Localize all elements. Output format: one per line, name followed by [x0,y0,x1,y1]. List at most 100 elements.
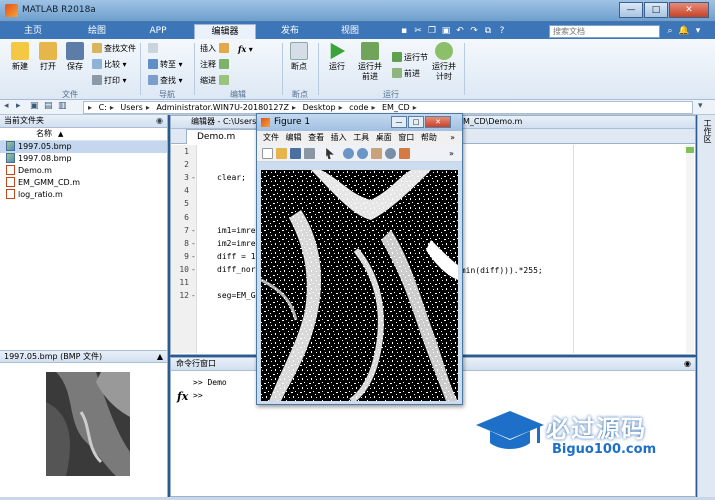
close-button[interactable]: ✕ [669,2,709,18]
breakpoint-marker[interactable]: - [191,226,196,235]
folder-icon[interactable]: ▤ [44,101,53,111]
file-item[interactable]: log_ratio.m [0,189,167,201]
file-item[interactable]: 1997.05.bmp [0,141,167,153]
run-and-advance-button[interactable]: 运行并 前进 [352,42,388,82]
indent-button[interactable]: 缩进 [200,75,231,87]
breakpoint-marker[interactable]: - [191,252,196,261]
panel-menu-icon[interactable]: ◉ [684,358,691,370]
tab-apps[interactable]: APP [130,24,186,39]
breadcrumb-item[interactable]: code [349,103,368,112]
run-section-button[interactable]: 运行节 [392,52,428,64]
folder-up-icon[interactable]: ▣ [30,101,39,111]
file-item[interactable]: Demo.m [0,165,167,177]
find-button[interactable]: 查找 ▾ [148,75,183,87]
figure-minimize-button[interactable]: — [391,116,407,128]
zoom-in-icon[interactable] [343,148,354,159]
minimize-button[interactable]: — [619,2,643,18]
back-arrow-icon[interactable]: ◂ [4,101,9,111]
maximize-button[interactable]: □ [644,2,668,18]
tab-plots[interactable]: 绘图 [66,24,128,39]
editor-scrollbar[interactable] [686,145,694,353]
search-documentation-input[interactable]: 搜索文档 [549,25,660,38]
workspace-strip[interactable]: 工作区 [697,115,715,497]
pan-hand-icon[interactable] [371,148,382,159]
cut-icon[interactable]: ✂ [412,25,424,37]
save-figure-icon[interactable] [290,148,301,159]
path-dropdown-icon[interactable]: ▾ [698,101,703,111]
figure-image-axes[interactable] [261,170,458,401]
print-figure-icon[interactable] [304,148,315,159]
rotate-3d-icon[interactable] [385,148,396,159]
figure-maximize-button[interactable]: □ [408,116,424,128]
save-icon[interactable]: ▪ [398,25,410,37]
menu-window[interactable]: 窗口 [398,133,414,142]
breakpoint-marker[interactable]: - [191,239,196,248]
fx-button[interactable]: fx ▾ [238,43,253,55]
breakpoint-marker[interactable]: - [191,265,196,274]
file-item[interactable]: EM_GMM_CD.m [0,177,167,189]
figure-close-button[interactable]: ✕ [425,116,451,128]
open-button[interactable]: 打开 [33,42,63,72]
menu-tools[interactable]: 工具 [353,133,369,142]
menu-help[interactable]: 帮助 [421,133,437,142]
open-file-icon[interactable] [276,148,287,159]
breadcrumb-item[interactable]: C: [99,103,107,112]
comment-button[interactable]: 注释 [200,59,231,71]
function-browser-icon[interactable]: fx [177,390,188,403]
goto-button[interactable]: 转至 ▾ [148,59,183,71]
notification-icon[interactable]: 🔔 [678,25,690,37]
tab-publish[interactable]: 发布 [262,24,318,39]
menu-file[interactable]: 文件 [263,133,279,142]
breadcrumb-item[interactable]: Users [120,103,142,112]
ribbon-collapse-icon[interactable]: ▾ [692,25,704,37]
tab-demo-m[interactable]: Demo.m [186,129,260,144]
panel-menu-icon[interactable]: ◉ [156,115,163,127]
breakpoint-marker[interactable]: - [191,173,196,182]
menu-view[interactable]: 查看 [308,133,324,142]
compare-button[interactable]: 比较 ▾ [92,59,127,71]
file-item[interactable]: 1997.08.bmp [0,153,167,165]
breakpoints-button[interactable]: 断点 [285,42,313,72]
search-icon[interactable]: ⌕ [664,25,676,37]
run-and-time-button[interactable]: 运行并 计时 [428,42,460,82]
browse-icon[interactable]: ▥ [58,101,67,111]
command-prompt[interactable]: >> [193,391,203,400]
find-files-button[interactable]: 查找文件 [92,43,136,55]
breadcrumb-item[interactable]: Desktop [303,103,336,112]
name-column-header[interactable]: 名称 ▲ [0,128,167,141]
paste-icon[interactable]: ▣ [440,25,452,37]
menu-desktop[interactable]: 桌面 [376,133,392,142]
breadcrumb-item[interactable]: EM_CD [382,103,410,112]
new-figure-icon[interactable] [262,148,273,159]
breakpoint-marker[interactable]: - [191,291,196,300]
menu-insert[interactable]: 插入 [331,133,347,142]
code-line[interactable]: seg=EM_G [217,291,256,300]
undo-icon[interactable]: ↶ [454,25,466,37]
menu-overflow-icon[interactable]: » [450,131,455,145]
tab-editor[interactable]: 编辑器 [194,24,256,39]
code-line[interactable]: clear; [217,173,246,182]
code-line[interactable]: diff = 1 [217,252,256,261]
forward-arrow-icon[interactable]: ▸ [16,101,21,111]
code-line[interactable]: im1=imre [217,226,256,235]
switch-windows-icon[interactable]: ⧉ [482,25,494,37]
code-line[interactable]: diff_nor [217,265,256,274]
insert-button[interactable]: 插入 [200,43,231,55]
new-button[interactable]: 新建 [5,42,35,72]
collapse-details-icon[interactable]: ▲ [157,351,163,363]
nav-back-button[interactable] [148,43,160,55]
help-icon[interactable]: ? [496,25,508,37]
tab-view[interactable]: 视图 [322,24,378,39]
print-button[interactable]: 打印 ▾ [92,75,127,87]
save-button[interactable]: 保存 [60,42,90,72]
data-cursor-icon[interactable] [399,148,410,159]
redo-icon[interactable]: ↷ [468,25,480,37]
advance-button[interactable]: 前进 [392,68,420,80]
menu-edit[interactable]: 编辑 [286,133,302,142]
tab-home[interactable]: 主页 [4,24,62,39]
run-button[interactable]: 运行 [322,42,352,72]
code-line[interactable]: im2=imre [217,239,256,248]
pointer-icon[interactable] [326,148,334,159]
copy-icon[interactable]: ❐ [426,25,438,37]
breadcrumb-item[interactable]: Administrator.WIN7U-20180127Z [156,103,289,112]
